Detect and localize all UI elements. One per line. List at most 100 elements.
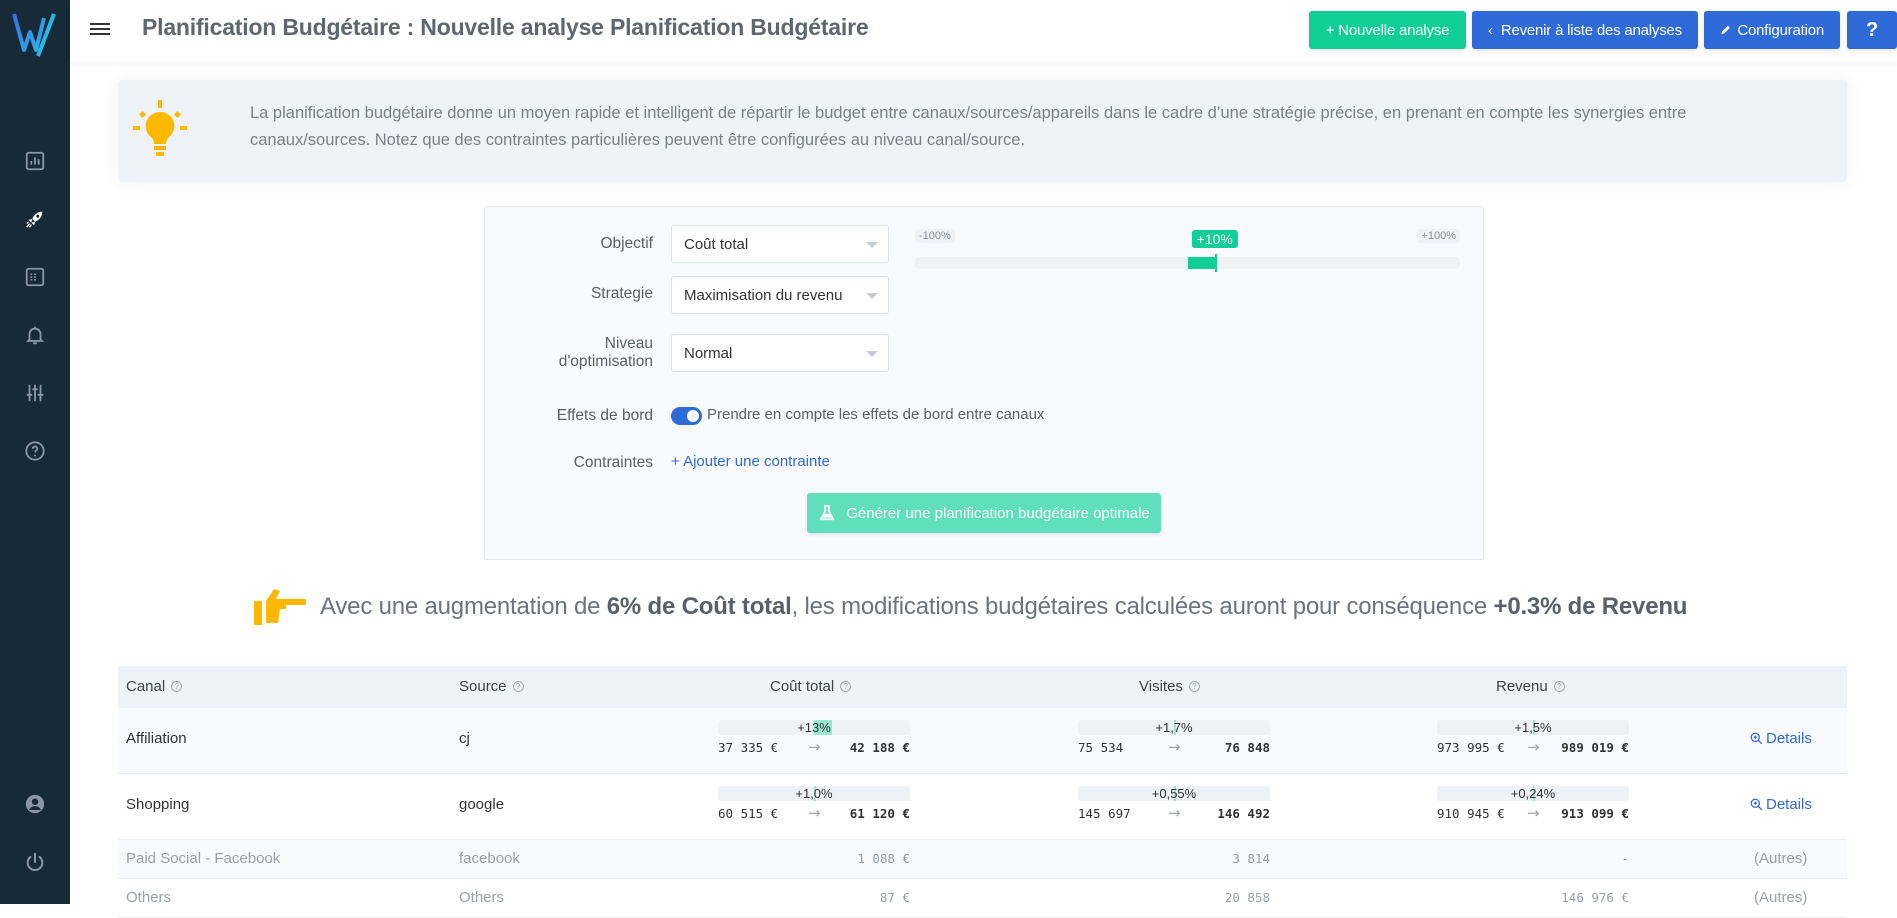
effets-toggle[interactable]: [671, 407, 702, 425]
cell-revenu: 146 976 €: [1437, 890, 1629, 905]
header-cout[interactable]: Coût total?: [770, 678, 851, 695]
header-revenu-label: Revenu: [1496, 678, 1548, 695]
visites-change-bar: +0,55%: [1078, 786, 1270, 801]
cell-cout: +13% 37 335 € → 42 188 €: [718, 720, 910, 758]
header-canal[interactable]: Canal?: [126, 678, 182, 695]
zoom-in-icon: [1750, 798, 1763, 811]
header-revenu[interactable]: Revenu?: [1496, 678, 1565, 695]
sidebar-item-dashboard[interactable]: [23, 149, 47, 173]
autres-label: (Autres): [1754, 889, 1807, 906]
cell-source: cj: [459, 730, 470, 747]
autres-label: (Autres): [1754, 850, 1807, 867]
cell-revenu: +1,5% 973 995 € → 989 019 €: [1437, 720, 1629, 758]
cell-revenu: -: [1437, 851, 1629, 866]
details-label: Details: [1766, 796, 1812, 813]
help-circle-icon: [24, 440, 46, 462]
effets-label: Effets de bord: [557, 407, 653, 425]
arrow-right-icon: →: [808, 804, 821, 822]
sliders-icon: [24, 382, 46, 404]
strategie-label: Strategie: [591, 285, 653, 303]
summary-text: Avec une augmentation de 6% de Coût tota…: [320, 593, 1687, 621]
menu-toggle-icon[interactable]: [90, 20, 110, 40]
generate-plan-button[interactable]: Générer une planification budgétaire opt…: [807, 493, 1161, 533]
arrow-right-icon: →: [1527, 738, 1540, 756]
objectif-label: Objectif: [600, 235, 653, 253]
sidebar: [0, 0, 70, 904]
sidebar-item-logout[interactable]: [23, 850, 47, 874]
sidebar-item-alerts[interactable]: [23, 323, 47, 347]
details-label: Details: [1766, 730, 1812, 747]
rocket-icon: [24, 208, 46, 230]
sidebar-item-profile[interactable]: [23, 792, 47, 816]
arrow-right-icon: →: [1527, 804, 1540, 822]
cell-source: Others: [459, 889, 504, 906]
back-to-list-button[interactable]: ‹ Revenir à liste des analyses: [1472, 11, 1698, 49]
pointing-hand-icon: [252, 587, 308, 627]
cell-canal: Affiliation: [126, 730, 187, 747]
revenu-change-bar: +1,5%: [1437, 720, 1629, 735]
help-icon[interactable]: ?: [840, 681, 851, 692]
cell-cout: +1,0% 60 515 € → 61 120 €: [718, 786, 910, 824]
app-logo[interactable]: [10, 8, 60, 58]
header-canal-label: Canal: [126, 678, 165, 695]
effets-toggle-text: Prendre en compte les effets de bord ent…: [707, 406, 1044, 423]
header-visites[interactable]: Visites?: [1139, 678, 1200, 695]
details-link[interactable]: Details: [1750, 730, 1812, 747]
header-source[interactable]: Source?: [459, 678, 524, 695]
configuration-label: Configuration: [1737, 22, 1824, 39]
help-icon[interactable]: ?: [1189, 681, 1200, 692]
chevron-down-icon: [866, 293, 878, 299]
back-to-list-label: Revenir à liste des analyses: [1501, 22, 1682, 39]
visites-from-value: 145 697: [1078, 806, 1131, 821]
details-link[interactable]: Details: [1750, 796, 1812, 813]
strategie-value: Maximisation du revenu: [684, 287, 842, 304]
summary-cost-change: 6% de Coût total: [607, 593, 792, 620]
help-icon[interactable]: ?: [513, 681, 524, 692]
strategie-select[interactable]: Maximisation du revenu: [671, 276, 889, 314]
chevron-down-icon: [866, 242, 878, 248]
cell-visites: +0,55% 145 697 → 146 492: [1078, 786, 1270, 824]
sidebar-item-settings[interactable]: [23, 381, 47, 405]
revenu-change-label: +1,5%: [1514, 720, 1551, 735]
pencil-icon: [1720, 24, 1731, 36]
chevron-left-icon: ‹: [1488, 22, 1493, 39]
arrow-right-icon: →: [808, 738, 821, 756]
niveau-select[interactable]: Normal: [671, 334, 889, 372]
table-icon: [24, 266, 46, 288]
planning-form: Objectif Coût total Strategie Maximisati…: [484, 206, 1484, 560]
cell-cout: 1 088 €: [718, 851, 910, 866]
new-analysis-button[interactable]: + Nouvelle analyse: [1309, 11, 1466, 49]
objective-slider[interactable]: -100% +100% +10%: [915, 225, 1460, 275]
configuration-button[interactable]: Configuration: [1704, 11, 1840, 49]
flask-icon: [818, 504, 836, 522]
add-constraint-link[interactable]: + Ajouter une contrainte: [671, 453, 830, 470]
sidebar-item-reports[interactable]: [23, 265, 47, 289]
cout-from-value: 37 335 €: [718, 740, 778, 755]
main-content: La planification budgétaire donne un moy…: [70, 62, 1897, 904]
header-source-label: Source: [459, 678, 507, 695]
table-row-other: Others Others 87 € 20 858 146 976 € (Aut…: [118, 879, 1847, 918]
cell-cout: 87 €: [718, 890, 910, 905]
info-text: La planification budgétaire donne un moy…: [250, 100, 1757, 154]
lightbulb-icon: [130, 98, 190, 160]
sidebar-item-planning[interactable]: [23, 207, 47, 231]
contraintes-label: Contraintes: [574, 454, 653, 472]
visites-to-value: 76 848: [1225, 740, 1270, 755]
help-icon[interactable]: ?: [171, 681, 182, 692]
cell-canal: Others: [126, 889, 171, 906]
slider-max-label: +100%: [1417, 229, 1460, 243]
cell-visites: 20 858: [1078, 890, 1270, 905]
sidebar-item-help[interactable]: [23, 439, 47, 463]
help-button[interactable]: ?: [1847, 11, 1897, 49]
cout-change-bar: +13%: [718, 720, 910, 735]
slider-handle[interactable]: [1215, 254, 1217, 272]
zoom-in-icon: [1750, 732, 1763, 745]
table-row-other: Paid Social - Facebook facebook 1 088 € …: [118, 840, 1847, 879]
cell-canal: Shopping: [126, 796, 189, 813]
niveau-value: Normal: [684, 345, 732, 362]
help-icon[interactable]: ?: [1554, 681, 1565, 692]
summary-middle: , les modifications budgétaires calculée…: [792, 593, 1487, 620]
cell-source: facebook: [459, 850, 520, 867]
objectif-select[interactable]: Coût total: [671, 225, 889, 263]
visites-from-value: 75 534: [1078, 740, 1123, 755]
